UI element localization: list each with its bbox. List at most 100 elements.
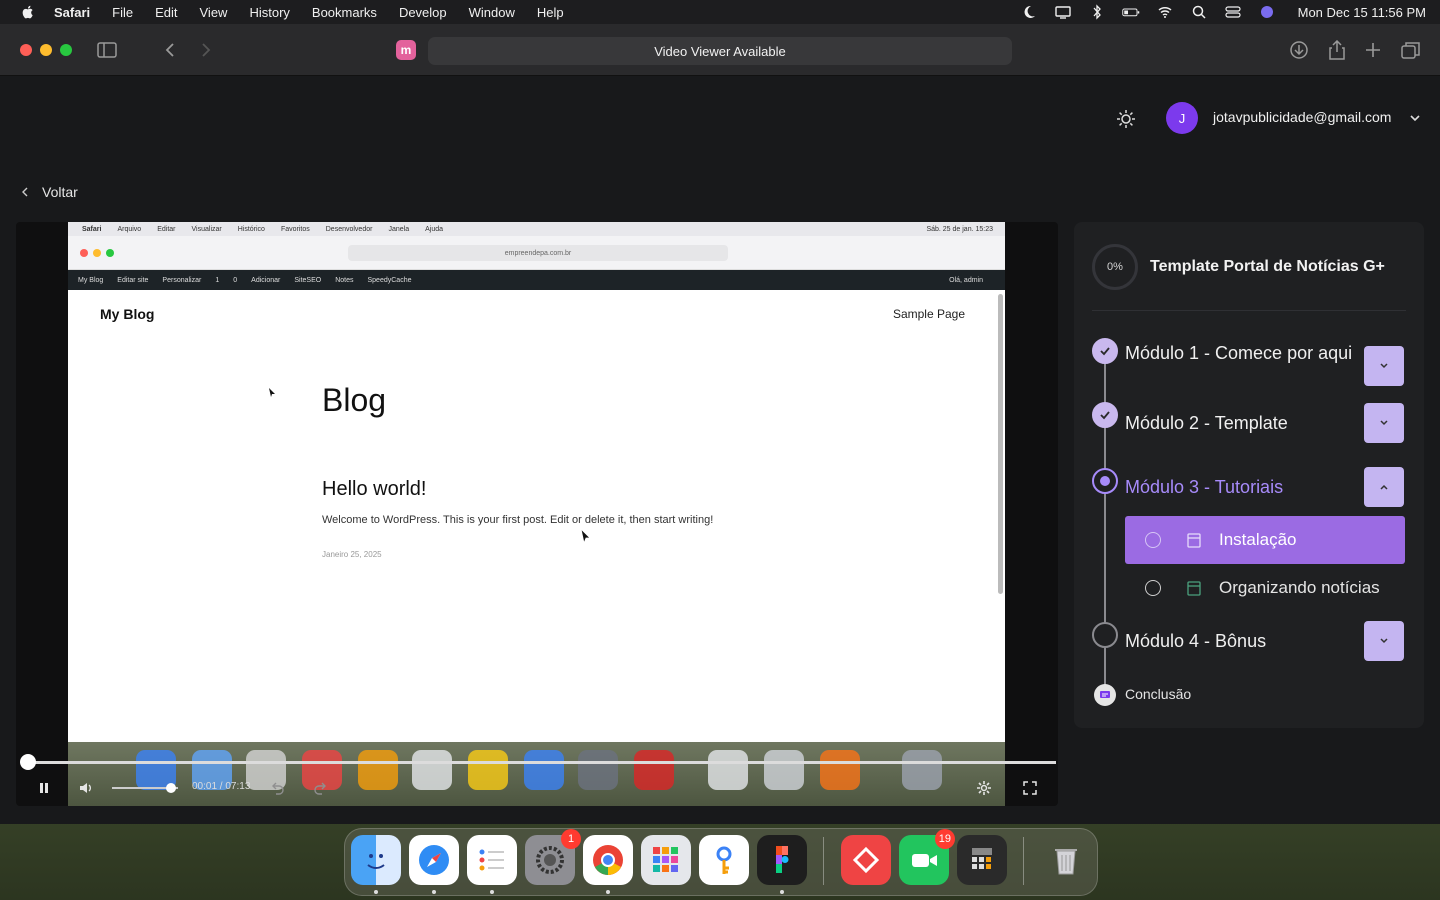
dock: 1 19	[344, 828, 1098, 896]
video-progress-handle[interactable]	[20, 754, 37, 770]
certificate-icon	[1094, 684, 1116, 706]
conclusion-item[interactable]: Conclusão	[1125, 686, 1191, 702]
course-sidebar: 0% Template Portal de Notícias G+ Módulo…	[1074, 222, 1424, 728]
menu-app-name[interactable]: Safari	[54, 5, 90, 20]
video-player[interactable]: Safari Arquivo Editar Visualizar Históri…	[16, 222, 1058, 806]
menu-window[interactable]: Window	[469, 5, 515, 20]
battery-icon[interactable]	[1121, 4, 1140, 20]
frame-wp-item: SpeedyCache	[367, 276, 412, 284]
forward-button[interactable]	[312, 779, 328, 797]
calculator-app-icon[interactable]	[957, 835, 1007, 885]
facetime-app-icon[interactable]: 19	[899, 829, 955, 885]
display-icon[interactable]	[1054, 4, 1072, 20]
forward-arrow-icon[interactable]	[194, 40, 216, 60]
anydesk-app-icon[interactable]	[841, 835, 891, 885]
frame-wp-item: 0	[233, 276, 238, 284]
keychain-app-icon[interactable]	[699, 835, 749, 885]
frame-clock: Sáb. 25 de jan. 15:23	[926, 225, 993, 233]
close-window-button[interactable]	[20, 44, 32, 56]
zoom-window-button[interactable]	[60, 44, 72, 56]
menu-develop[interactable]: Develop	[399, 5, 447, 20]
menu-clock[interactable]: Mon Dec 15 11:56 PM	[1298, 5, 1426, 20]
fullscreen-button[interactable]	[1022, 779, 1038, 797]
pause-button[interactable]	[36, 779, 52, 797]
wifi-icon[interactable]	[1156, 4, 1174, 20]
back-link[interactable]: Voltar	[20, 184, 78, 200]
chevron-down-icon[interactable]	[1408, 111, 1422, 125]
video-progress-track[interactable]	[26, 761, 1056, 764]
module-2-expand-button[interactable]	[1364, 403, 1404, 443]
frame-wp-item: 1	[215, 276, 220, 284]
frame-wp-item: Editar site	[117, 276, 149, 284]
frame-post-excerpt: Welcome to WordPress. This is your first…	[322, 514, 714, 526]
lesson-item[interactable]: Organizando notícias	[1125, 564, 1405, 612]
module-1-expand-button[interactable]	[1364, 346, 1404, 386]
video-time: 00:01 / 07:13	[192, 781, 251, 792]
running-indicator	[490, 890, 494, 894]
back-arrow-icon[interactable]	[160, 40, 182, 60]
trash-app-icon[interactable]	[1041, 835, 1091, 885]
rewind-button[interactable]	[270, 779, 286, 797]
launchpad-app-icon[interactable]	[641, 835, 691, 885]
siri-icon[interactable]	[1258, 4, 1276, 20]
menu-history[interactable]: History	[249, 5, 289, 20]
menu-bookmarks[interactable]: Bookmarks	[312, 5, 377, 20]
video-frame-toolbar: empreendepa.com.br	[68, 236, 1005, 270]
menu-edit[interactable]: Edit	[155, 5, 177, 20]
reminders-app-icon[interactable]	[467, 835, 517, 885]
settings-button[interactable]	[976, 779, 992, 797]
bluetooth-icon[interactable]	[1088, 4, 1106, 20]
course-page: J jotavpublicidade@gmail.com Voltar Safa…	[0, 76, 1440, 824]
menu-file[interactable]: File	[112, 5, 133, 20]
frame-menu-item: Favoritos	[280, 225, 310, 233]
frame-menu-item: Editar	[157, 225, 176, 233]
address-bar[interactable]: Video Viewer Available	[428, 37, 1012, 65]
module-4-title[interactable]: Módulo 4 - Bônus	[1125, 628, 1355, 655]
frame-wp-item: Adicionar	[251, 276, 281, 284]
frame-post-date: Janeiro 25, 2025	[322, 550, 382, 559]
safari-app-icon[interactable]	[409, 835, 459, 885]
tab-overview-icon[interactable]	[1400, 40, 1422, 60]
lesson-title: Instalação	[1219, 530, 1297, 549]
module-4-expand-button[interactable]	[1364, 621, 1404, 661]
dock-separator	[1023, 837, 1024, 885]
menu-view[interactable]: View	[200, 5, 228, 20]
browser-window: m Video Viewer Available J jotavpublicid…	[0, 24, 1440, 824]
frame-menu-item: Desenvolvedor	[325, 225, 373, 233]
lesson-status-circle-icon[interactable]	[1145, 532, 1161, 548]
finder-app-icon[interactable]	[351, 835, 401, 885]
running-indicator	[780, 890, 784, 894]
extension-icon[interactable]: m	[396, 40, 416, 60]
minimize-window-button[interactable]	[40, 44, 52, 56]
new-tab-icon[interactable]	[1362, 40, 1384, 60]
control-center-icon[interactable]	[1224, 4, 1242, 20]
chrome-app-icon[interactable]	[583, 835, 633, 885]
fullscreen-icon	[1023, 781, 1037, 795]
chevron-up-icon	[1380, 484, 1388, 490]
module-2-title[interactable]: Módulo 2 - Template	[1125, 410, 1355, 437]
user-email[interactable]: jotavpublicidade@gmail.com	[1213, 109, 1391, 125]
video-frame-dock	[68, 742, 1005, 806]
dock-separator	[823, 837, 824, 885]
search-icon[interactable]	[1190, 4, 1208, 20]
volume-button[interactable]	[78, 779, 94, 797]
share-icon[interactable]	[1326, 39, 1348, 60]
module-3-collapse-button[interactable]	[1364, 467, 1404, 507]
chevron-down-icon	[1380, 420, 1388, 426]
apple-icon[interactable]	[20, 4, 36, 20]
lesson-title: Organizando notícias	[1219, 578, 1380, 597]
sidebar-toggle-icon[interactable]	[96, 40, 118, 60]
sun-icon[interactable]	[1116, 109, 1136, 129]
system-settings-app-icon[interactable]: 1	[525, 829, 581, 885]
module-3-title[interactable]: Módulo 3 - Tutoriais	[1125, 474, 1355, 501]
lesson-status-circle-icon[interactable]	[1145, 580, 1161, 596]
module-3-current-icon	[1092, 468, 1118, 494]
figma-app-icon[interactable]	[757, 835, 807, 885]
menu-help[interactable]: Help	[537, 5, 564, 20]
download-icon[interactable]	[1288, 40, 1310, 60]
avatar[interactable]: J	[1166, 102, 1198, 134]
menu-bar: Safari File Edit View History Bookmarks …	[0, 0, 1440, 24]
moon-icon[interactable]	[1020, 4, 1038, 20]
module-1-title[interactable]: Módulo 1 - Comece por aqui	[1125, 340, 1355, 367]
lesson-item-active[interactable]: Instalação	[1125, 516, 1405, 564]
